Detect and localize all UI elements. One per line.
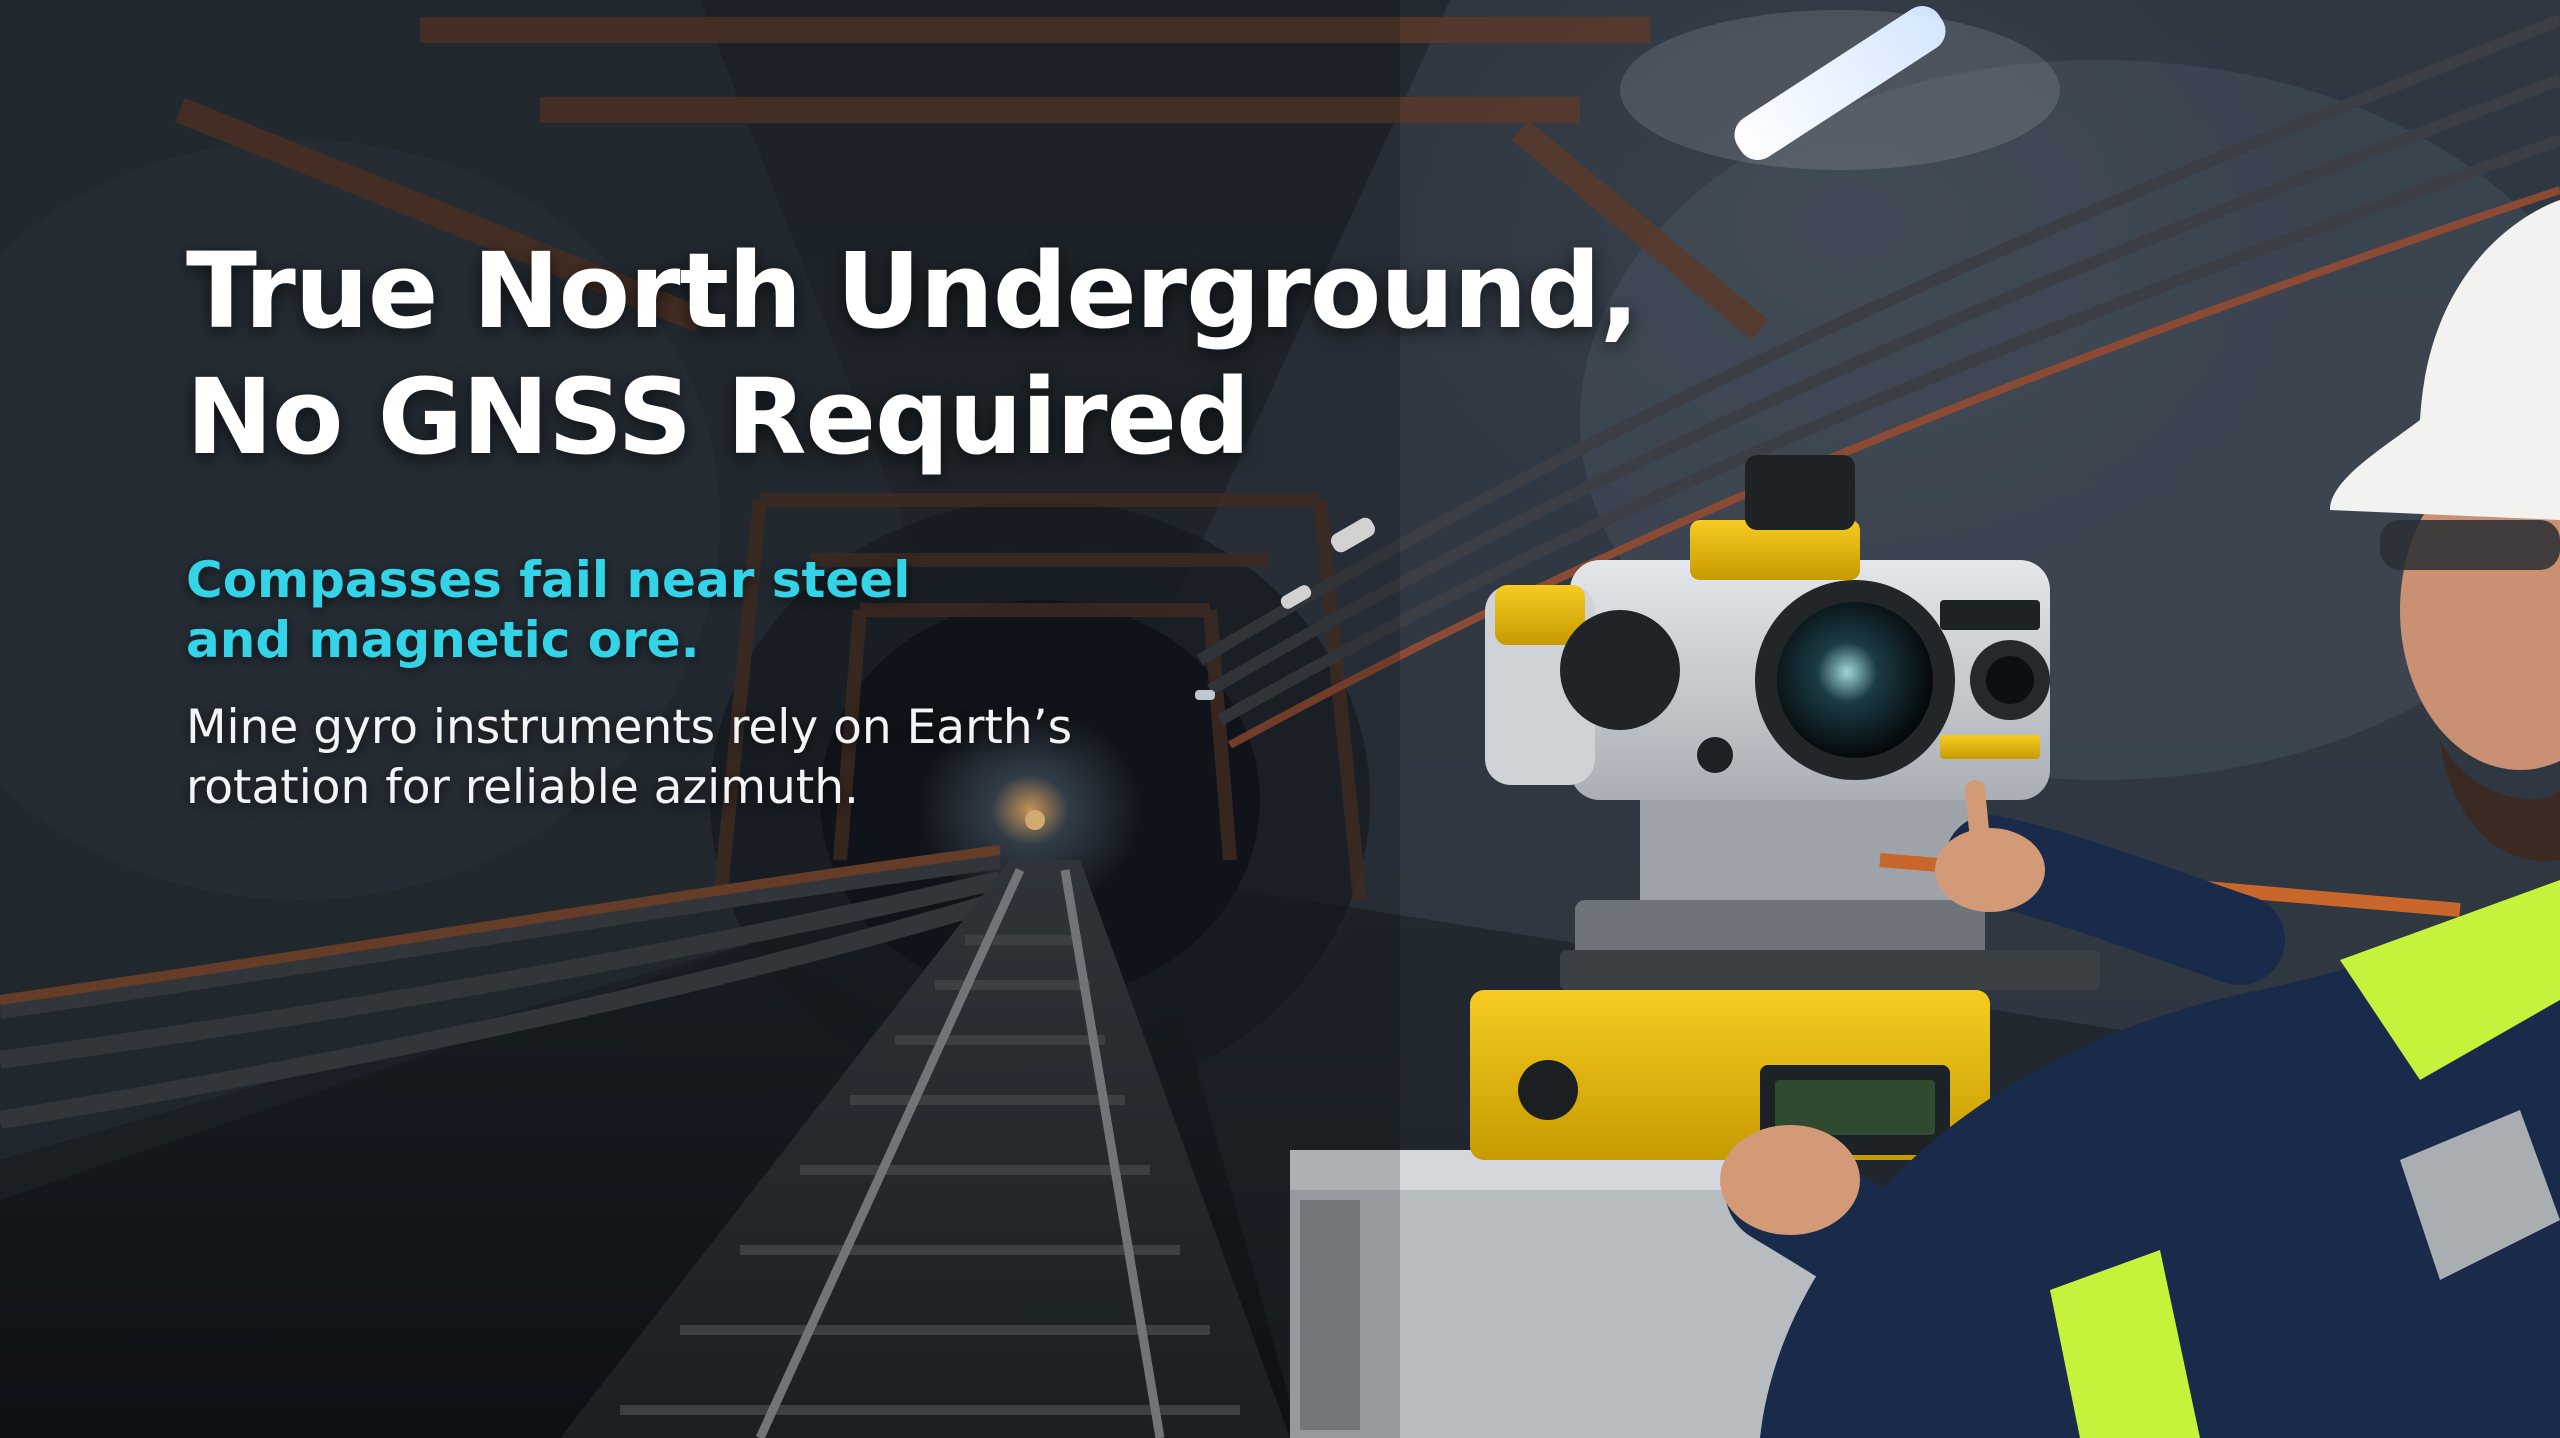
body-line-2: rotation for reliable azimuth. (186, 760, 859, 815)
body-copy: Mine gyro instruments rely on Earth’s ro… (186, 698, 1586, 818)
subhead: Compasses fail near steel and magnetic o… (186, 550, 1586, 670)
headline: True North Underground, No GNSS Required (186, 228, 1639, 480)
headline-line-1: True North Underground, (186, 230, 1639, 352)
subhead-line-2: and magnetic ore. (186, 611, 700, 669)
mine-tunnel-scene: True North Underground, No GNSS Required… (0, 0, 2560, 1438)
subhead-line-1: Compasses fail near steel (186, 551, 911, 609)
text-overlay: True North Underground, No GNSS Required… (186, 228, 1639, 818)
body-line-1: Mine gyro instruments rely on Earth’s (186, 700, 1073, 755)
headline-line-2: No GNSS Required (186, 356, 1250, 478)
